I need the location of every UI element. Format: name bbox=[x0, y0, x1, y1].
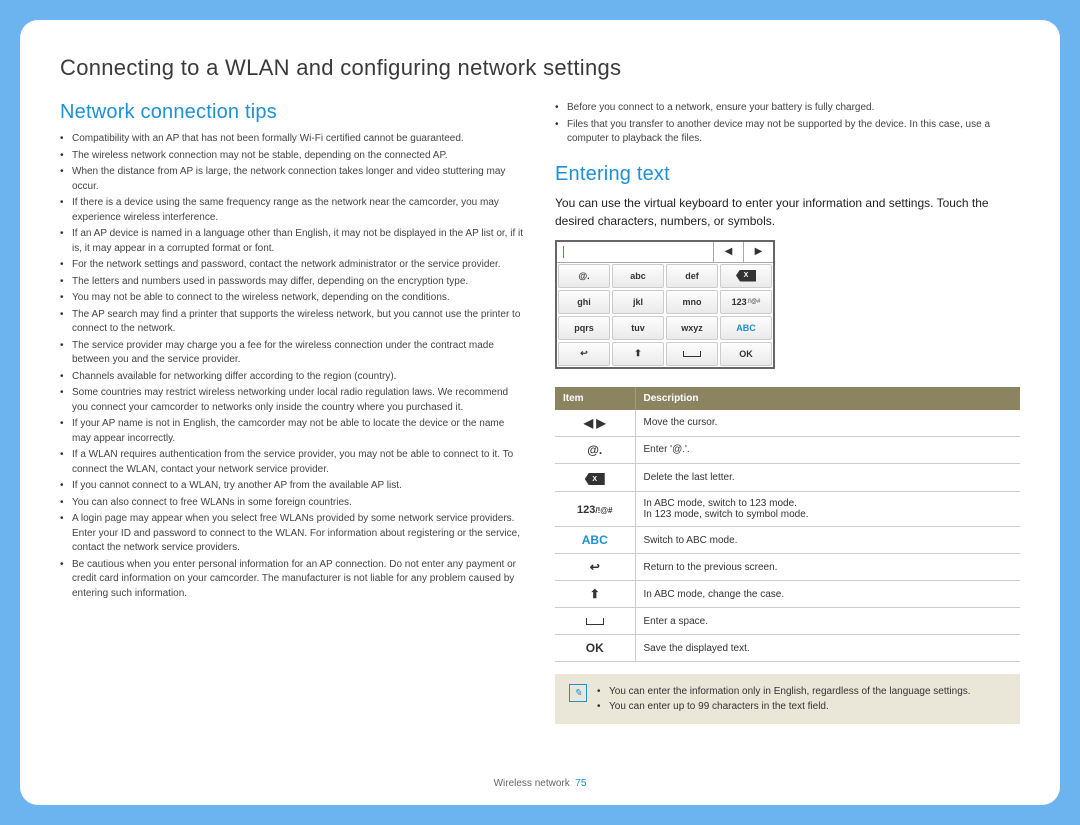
note-item: You can enter up to 99 characters in the… bbox=[597, 699, 971, 714]
note-box: ✎ You can enter the information only in … bbox=[555, 674, 1020, 724]
virtual-keyboard-illustration: ◀ ▶ @.abcdefXghijklmno123/!@#pqrstuvwxyz… bbox=[555, 240, 775, 369]
keyboard-key: tuv bbox=[612, 316, 664, 340]
tip-item: For the network settings and password, c… bbox=[60, 258, 525, 273]
table-desc-cell: Enter a space. bbox=[635, 608, 1020, 635]
keyboard-row: pqrstuvwxyzABC bbox=[557, 315, 773, 341]
tip-item: Compatibility with an AP that has not be… bbox=[60, 132, 525, 147]
keyboard-key: ghi bbox=[558, 290, 610, 314]
keyboard-key: mno bbox=[666, 290, 718, 314]
keyboard-key: @. bbox=[558, 264, 610, 288]
table-item-cell: X bbox=[555, 463, 635, 492]
network-tips-list: Compatibility with an AP that has not be… bbox=[60, 132, 525, 601]
page-title: Connecting to a WLAN and configuring net… bbox=[60, 55, 1020, 81]
table-item-cell: 123/!@# bbox=[555, 492, 635, 527]
tip-item: The AP search may find a printer that su… bbox=[60, 308, 525, 337]
page-footer: Wireless network 75 bbox=[20, 778, 1060, 789]
right-column: Before you connect to a network, ensure … bbox=[555, 101, 1020, 724]
table-row: ⬆In ABC mode, change the case. bbox=[555, 581, 1020, 608]
columns: Network connection tips Compatibility wi… bbox=[60, 101, 1020, 724]
description-table: Item Description ◀ ▶Move the cursor.@.En… bbox=[555, 387, 1020, 663]
table-desc-cell: In ABC mode, switch to 123 mode. In 123 … bbox=[635, 492, 1020, 527]
table-desc-cell: Save the displayed text. bbox=[635, 635, 1020, 662]
table-item-cell: @. bbox=[555, 436, 635, 463]
tip-item: If there is a device using the same freq… bbox=[60, 196, 525, 225]
table-row: OKSave the displayed text. bbox=[555, 635, 1020, 662]
table-row: @.Enter '@.'. bbox=[555, 436, 1020, 463]
tip-item: If an AP device is named in a language o… bbox=[60, 227, 525, 256]
table-desc-cell: Switch to ABC mode. bbox=[635, 527, 1020, 554]
footer-page-number: 75 bbox=[575, 778, 586, 789]
table-item-cell: ◀ ▶ bbox=[555, 410, 635, 437]
table-row: XDelete the last letter. bbox=[555, 463, 1020, 492]
tip-item: You may not be able to connect to the wi… bbox=[60, 291, 525, 306]
tip-item: When the distance from AP is large, the … bbox=[60, 165, 525, 194]
keyboard-key: def bbox=[666, 264, 718, 288]
keyboard-key bbox=[666, 342, 718, 366]
keyboard-key: jkl bbox=[612, 290, 664, 314]
table-row: ↩Return to the previous screen. bbox=[555, 554, 1020, 581]
keyboard-row: ↩⬆ OK bbox=[557, 341, 773, 367]
keyboard-text-field bbox=[557, 242, 713, 262]
keyboard-key: 123/!@# bbox=[720, 290, 772, 314]
keyboard-key: ⬆ bbox=[612, 342, 664, 366]
table-item-cell: ABC bbox=[555, 527, 635, 554]
keyboard-rows: @.abcdefXghijklmno123/!@#pqrstuvwxyzABC↩… bbox=[557, 263, 773, 367]
note-icon: ✎ bbox=[569, 684, 587, 702]
table-desc-cell: In ABC mode, change the case. bbox=[635, 581, 1020, 608]
table-item-cell: OK bbox=[555, 635, 635, 662]
table-item-cell: ⬆ bbox=[555, 581, 635, 608]
keyboard-key: abc bbox=[612, 264, 664, 288]
keyboard-key: pqrs bbox=[558, 316, 610, 340]
note-list: You can enter the information only in En… bbox=[597, 684, 971, 714]
cursor-left-icon: ◀ bbox=[713, 242, 743, 262]
entering-text-intro: You can use the virtual keyboard to ente… bbox=[555, 194, 1020, 230]
tip-item: A login page may appear when you select … bbox=[60, 512, 525, 556]
tip-item: The service provider may charge you a fe… bbox=[60, 339, 525, 368]
keyboard-key: ABC bbox=[720, 316, 772, 340]
keyboard-row: ghijklmno123/!@# bbox=[557, 289, 773, 315]
keyboard-key: X bbox=[720, 264, 772, 288]
manual-page: Connecting to a WLAN and configuring net… bbox=[20, 20, 1060, 805]
keyboard-row: @.abcdefX bbox=[557, 263, 773, 289]
table-desc-cell: Return to the previous screen. bbox=[635, 554, 1020, 581]
tip-item: The letters and numbers used in password… bbox=[60, 275, 525, 290]
note-item: You can enter the information only in En… bbox=[597, 684, 971, 699]
tip-item: The wireless network connection may not … bbox=[60, 149, 525, 164]
tip-item: Before you connect to a network, ensure … bbox=[555, 101, 1020, 116]
table-row: 123/!@#In ABC mode, switch to 123 mode. … bbox=[555, 492, 1020, 527]
table-desc-cell: Enter '@.'. bbox=[635, 436, 1020, 463]
entering-text-heading: Entering text bbox=[555, 163, 1020, 186]
keyboard-key: wxyz bbox=[666, 316, 718, 340]
tip-item: Files that you transfer to another devic… bbox=[555, 118, 1020, 147]
table-row: Enter a space. bbox=[555, 608, 1020, 635]
table-row: ABCSwitch to ABC mode. bbox=[555, 527, 1020, 554]
cursor-right-icon: ▶ bbox=[743, 242, 773, 262]
footer-section-label: Wireless network bbox=[494, 778, 570, 789]
tip-item: Channels available for networking differ… bbox=[60, 370, 525, 385]
left-column: Network connection tips Compatibility wi… bbox=[60, 101, 525, 724]
keyboard-key: OK bbox=[720, 342, 772, 366]
table-item-cell: ↩ bbox=[555, 554, 635, 581]
tip-item: If you cannot connect to a WLAN, try ano… bbox=[60, 479, 525, 494]
col-header-desc: Description bbox=[635, 387, 1020, 410]
table-desc-cell: Delete the last letter. bbox=[635, 463, 1020, 492]
table-desc-cell: Move the cursor. bbox=[635, 410, 1020, 437]
right-top-tips: Before you connect to a network, ensure … bbox=[555, 101, 1020, 147]
col-header-item: Item bbox=[555, 387, 635, 410]
table-row: ◀ ▶Move the cursor. bbox=[555, 410, 1020, 437]
tip-item: If a WLAN requires authentication from t… bbox=[60, 448, 525, 477]
tip-item: Some countries may restrict wireless net… bbox=[60, 386, 525, 415]
keyboard-key: ↩ bbox=[558, 342, 610, 366]
table-item-cell bbox=[555, 608, 635, 635]
tip-item: Be cautious when you enter personal info… bbox=[60, 558, 525, 602]
tip-item: You can also connect to free WLANs in so… bbox=[60, 496, 525, 511]
network-tips-heading: Network connection tips bbox=[60, 101, 525, 124]
tip-item: If your AP name is not in English, the c… bbox=[60, 417, 525, 446]
